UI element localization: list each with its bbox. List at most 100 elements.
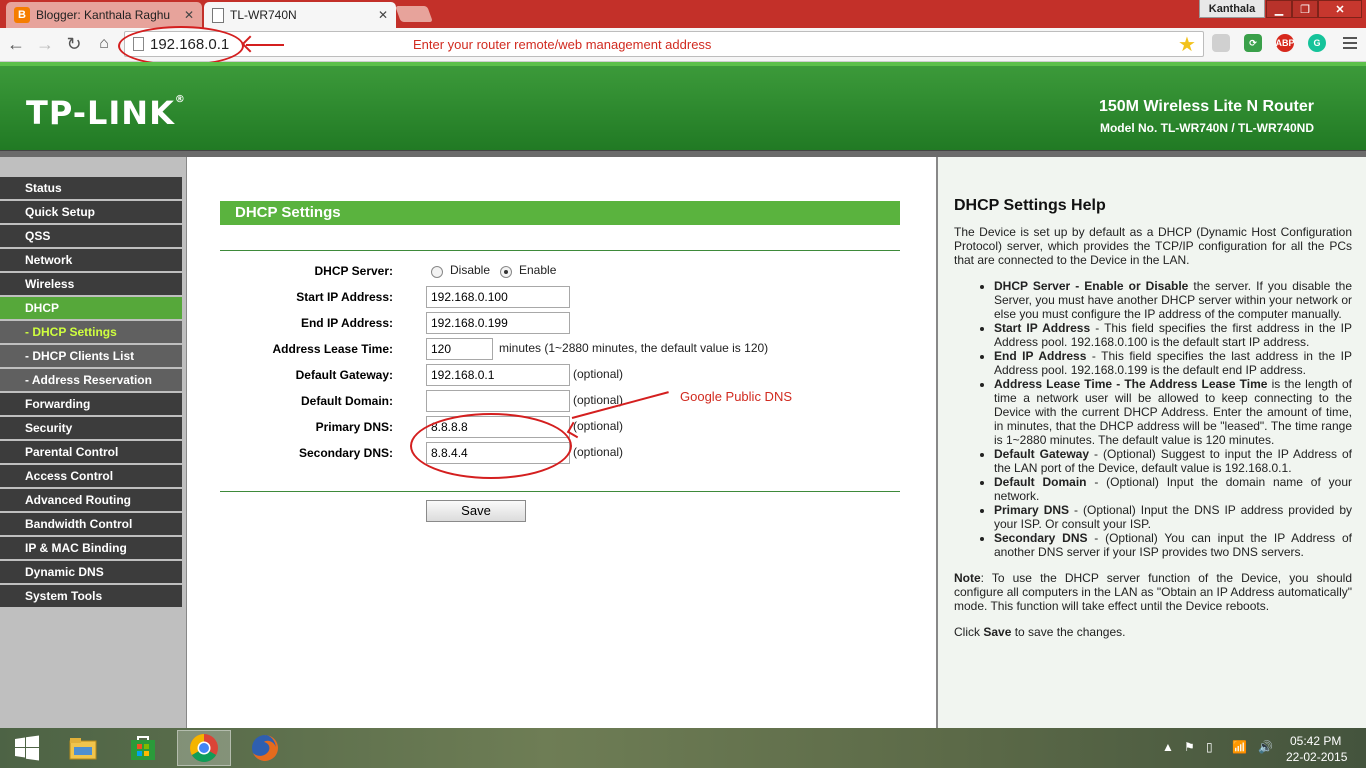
help-list: DHCP Server - Enable or Disable the serv… xyxy=(994,279,1352,559)
help-term: Start IP Address xyxy=(994,321,1091,335)
help-term: Address Lease Time - The Address Lease T… xyxy=(994,377,1268,391)
chrome-taskbar-icon[interactable] xyxy=(177,730,231,766)
extension-gray-icon[interactable] xyxy=(1212,34,1230,52)
dns-annotation: Google Public DNS xyxy=(680,389,792,404)
section-title: DHCP Settings xyxy=(220,201,900,225)
sidebar-item-status[interactable]: Status xyxy=(0,177,182,201)
url-annotation: Enter your router remote/web management … xyxy=(413,37,712,52)
dns-highlight-circle xyxy=(410,413,572,479)
help-term: Default Domain xyxy=(994,475,1087,489)
sidebar-item-system-tools[interactable]: System Tools xyxy=(0,585,182,609)
dhcp-server-label: DHCP Server: xyxy=(314,264,393,278)
back-arrow-icon[interactable]: ← xyxy=(4,32,28,56)
click-text: Click xyxy=(954,625,984,639)
clock-time[interactable]: 05:42 PM xyxy=(1290,734,1341,748)
windows-start-icon[interactable] xyxy=(0,730,54,766)
help-term: Secondary DNS xyxy=(994,531,1088,545)
windows-taskbar: ▲ ⚑ ▯ 📶 🔊 05:42 PM 22-02-2015 xyxy=(0,728,1366,768)
help-list-item: Secondary DNS - (Optional) You can input… xyxy=(994,531,1352,559)
sidebar-item-wireless[interactable]: Wireless xyxy=(0,273,182,297)
click-bold: Save xyxy=(983,625,1012,639)
gateway-optional: (optional) xyxy=(573,367,624,381)
enable-radio[interactable] xyxy=(500,266,512,278)
sidebar-item-qss[interactable]: QSS xyxy=(0,225,182,249)
help-intro: The Device is set up by default as a DHC… xyxy=(954,225,1352,267)
help-list-item: Start IP Address - This field specifies … xyxy=(994,321,1352,349)
volume-icon[interactable]: 🔊 xyxy=(1258,740,1273,754)
action-center-flag-icon[interactable]: ⚑ xyxy=(1184,740,1195,754)
windows-store-icon[interactable] xyxy=(116,730,170,766)
forward-arrow-icon[interactable]: → xyxy=(33,32,57,56)
firefox-taskbar-icon[interactable] xyxy=(238,730,292,766)
reload-icon[interactable]: ↻ xyxy=(62,32,86,56)
disable-label: Disable xyxy=(450,263,491,277)
tab-title: TL-WR740N xyxy=(230,8,297,22)
sidebar-item-dhcp-settings[interactable]: - DHCP Settings xyxy=(0,321,182,345)
maximize-button[interactable]: ❐ xyxy=(1292,0,1318,18)
sidebar-item-advanced-routing[interactable]: Advanced Routing xyxy=(0,489,182,513)
product-name: 150M Wireless Lite N Router xyxy=(1098,98,1314,115)
sidebar-item-network[interactable]: Network xyxy=(0,249,182,273)
tab-title: Blogger: Kanthala Raghu xyxy=(36,8,171,22)
clock-date[interactable]: 22-02-2015 xyxy=(1286,750,1347,764)
divider-bottom xyxy=(220,491,900,492)
address-bar[interactable]: 192.168.0.1 Enter your router remote/web… xyxy=(124,31,1204,57)
sidebar-item-parental-control[interactable]: Parental Control xyxy=(0,441,182,465)
home-icon[interactable]: ⌂ xyxy=(92,32,116,56)
bookmark-star-icon[interactable]: ★ xyxy=(1178,32,1196,57)
sidebar-item-security[interactable]: Security xyxy=(0,417,182,441)
logo-text: TP-LINK xyxy=(26,94,175,132)
gateway-input[interactable] xyxy=(426,364,570,386)
help-list-item: Default Gateway - (Optional) Suggest to … xyxy=(994,447,1352,475)
chrome-menu-icon[interactable] xyxy=(1343,37,1357,52)
sidebar-item-ip-mac-binding[interactable]: IP & MAC Binding xyxy=(0,537,182,561)
sidebar: Status Quick Setup QSS Network Wireless DHCP -… xyxy=(0,157,187,728)
adblock-plus-icon[interactable]: ABP xyxy=(1276,34,1295,52)
close-tab-icon[interactable]: ✕ xyxy=(378,8,388,22)
enable-label: Enable xyxy=(519,263,557,277)
help-list-item: DHCP Server - Enable or Disable the serv… xyxy=(994,279,1352,321)
sidebar-item-forwarding[interactable]: Forwarding xyxy=(0,393,182,417)
tab-router[interactable]: TL-WR740N ✕ xyxy=(204,2,396,28)
start-ip-input[interactable] xyxy=(426,286,570,308)
lease-time-note: minutes (1~2880 minutes, the default val… xyxy=(499,341,769,355)
browser-titlebar: B Blogger: Kanthala Raghu ✕ TL-WR740N ✕ … xyxy=(0,0,1366,28)
end-ip-input[interactable] xyxy=(426,312,570,334)
help-list-item: Primary DNS - (Optional) Input the DNS I… xyxy=(994,503,1352,531)
help-note: Note: To use the DHCP server function of… xyxy=(954,571,1352,613)
grammarly-icon[interactable]: G xyxy=(1308,34,1326,52)
tray-expand-icon[interactable]: ▲ xyxy=(1162,740,1174,754)
tab-blogger[interactable]: B Blogger: Kanthala Raghu ✕ xyxy=(6,2,202,28)
disable-radio[interactable] xyxy=(431,266,443,278)
extension-green-icon[interactable]: ⟳ xyxy=(1244,34,1262,52)
note-text: : To use the DHCP server function of the… xyxy=(954,571,1352,613)
close-tab-icon[interactable]: ✕ xyxy=(184,8,194,22)
sidebar-item-quick-setup[interactable]: Quick Setup xyxy=(0,201,182,225)
sidebar-item-address-reservation[interactable]: - Address Reservation xyxy=(0,369,182,393)
sidebar-item-dhcp[interactable]: DHCP xyxy=(0,297,182,321)
lease-time-input[interactable] xyxy=(426,338,493,360)
new-tab-button[interactable] xyxy=(395,6,433,22)
sidebar-item-dhcp-clients-list[interactable]: - DHCP Clients List xyxy=(0,345,182,369)
url-highlight-circle xyxy=(118,26,244,66)
secondary-dns-label: Secondary DNS: xyxy=(298,446,393,460)
minimize-button[interactable]: ▁ xyxy=(1266,0,1292,18)
close-window-button[interactable]: ✕ xyxy=(1318,0,1362,18)
page-icon xyxy=(212,7,224,23)
network-signal-icon[interactable]: 📶 xyxy=(1232,740,1247,754)
domain-input[interactable] xyxy=(426,390,570,412)
sidebar-item-access-control[interactable]: Access Control xyxy=(0,465,182,489)
help-term: DHCP Server - Enable or Disable xyxy=(994,279,1189,293)
end-ip-label: End IP Address: xyxy=(300,316,393,330)
main-panel: DHCP Settings DHCP Server: Disable Enabl… xyxy=(188,157,936,728)
help-list-item: End IP Address - This field specifies th… xyxy=(994,349,1352,377)
help-term: Default Gateway xyxy=(994,447,1090,461)
profile-badge[interactable]: Kanthala xyxy=(1199,0,1265,18)
sidebar-item-bandwidth-control[interactable]: Bandwidth Control xyxy=(0,513,182,537)
help-term: Primary DNS xyxy=(994,503,1070,517)
file-explorer-icon[interactable] xyxy=(56,730,110,766)
sidebar-item-dynamic-dns[interactable]: Dynamic DNS xyxy=(0,561,182,585)
click-after: to save the changes. xyxy=(1011,625,1126,639)
save-button[interactable]: Save xyxy=(426,500,526,522)
power-icon[interactable]: ▯ xyxy=(1206,740,1213,754)
